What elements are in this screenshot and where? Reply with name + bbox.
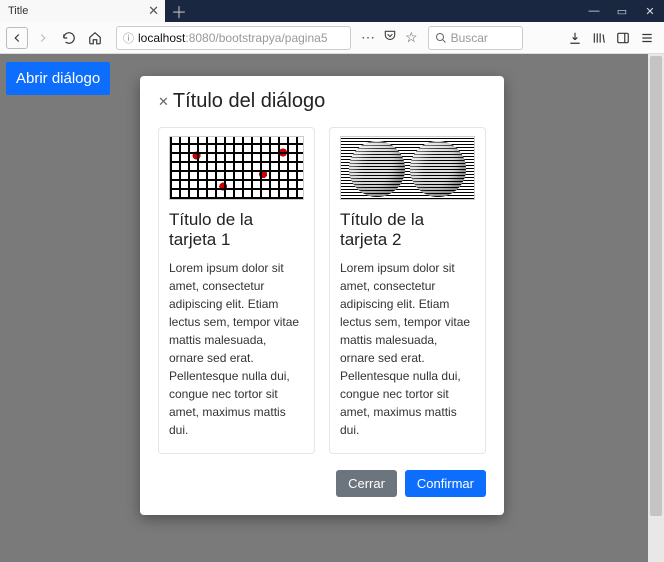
pocket-icon[interactable] [383,29,397,46]
toolbar-right [568,31,658,45]
home-icon [88,31,102,45]
arrow-right-icon [36,31,50,45]
nav-home-button[interactable] [84,27,106,49]
search-placeholder: Buscar [451,31,488,45]
modal-dialog: ✕ Título del diálogo Título de la tarjet… [140,76,504,515]
arrow-left-icon [10,31,24,45]
window-titlebar: Title ✕ ＋ — ▭ ✕ [0,0,664,22]
window-close-icon[interactable]: ✕ [636,0,664,22]
card-title-1: Título de la tarjeta 1 [169,210,304,251]
dialog-close-icon[interactable]: ✕ [158,95,169,108]
search-icon [435,32,447,44]
page-viewport: Abrir diálogo ✕ Título del diálogo Títul… [0,54,664,562]
card-text-1: Lorem ipsum dolor sit amet, consectetur … [169,259,304,439]
cards-row: Título de la tarjeta 1 Lorem ipsum dolor… [158,127,486,454]
card-text-2: Lorem ipsum dolor sit amet, consectetur … [340,259,475,439]
reload-icon [62,31,76,45]
pocket-svg [383,29,397,43]
window-minimize-icon[interactable]: — [580,0,608,22]
card-1: Título de la tarjeta 1 Lorem ipsum dolor… [158,127,315,454]
dialog-header: ✕ Título del diálogo [158,90,486,113]
card-image-2 [340,136,475,200]
open-dialog-button[interactable]: Abrir diálogo [6,62,110,95]
dialog-title: Título del diálogo [173,90,325,113]
nav-reload-button[interactable] [58,27,80,49]
new-tab-button[interactable]: ＋ [165,0,193,22]
nav-forward-button[interactable] [32,27,54,49]
url-actions: ⋯ ☆ [361,29,418,46]
dialog-confirm-button[interactable]: Confirmar [405,470,486,497]
dialog-footer: Cerrar Confirmar [158,470,486,497]
browser-toolbar: ⓘ localhost:8080/bootstrapya/pagina5 ⋯ ☆… [0,22,664,54]
url-bar[interactable]: ⓘ localhost:8080/bootstrapya/pagina5 [116,26,351,50]
search-bar[interactable]: Buscar [428,26,523,50]
vertical-scrollbar[interactable] [648,54,664,562]
window-controls: — ▭ ✕ [580,0,664,22]
url-host: localhost [138,31,185,45]
site-info-icon[interactable]: ⓘ [123,30,134,46]
dialog-close-button[interactable]: Cerrar [336,470,397,497]
url-port: :8080 [185,31,215,45]
url-path: /bootstrapya/pagina5 [215,31,327,45]
tab-close-icon[interactable]: ✕ [148,3,159,19]
hamburger-menu-icon[interactable] [640,31,654,45]
bookmark-star-icon[interactable]: ☆ [405,29,418,46]
scrollbar-thumb[interactable] [650,56,662,516]
browser-tab[interactable]: Title ✕ [0,0,165,22]
downloads-icon[interactable] [568,31,582,45]
library-icon[interactable] [592,31,606,45]
window-maximize-icon[interactable]: ▭ [608,0,636,22]
card-image-1 [169,136,304,200]
card-title-2: Título de la tarjeta 2 [340,210,475,251]
tab-title: Title [8,5,28,17]
nav-back-button[interactable] [6,27,28,49]
sidebar-icon[interactable] [616,31,630,45]
card-2: Título de la tarjeta 2 Lorem ipsum dolor… [329,127,486,454]
page-actions-icon[interactable]: ⋯ [361,29,375,46]
